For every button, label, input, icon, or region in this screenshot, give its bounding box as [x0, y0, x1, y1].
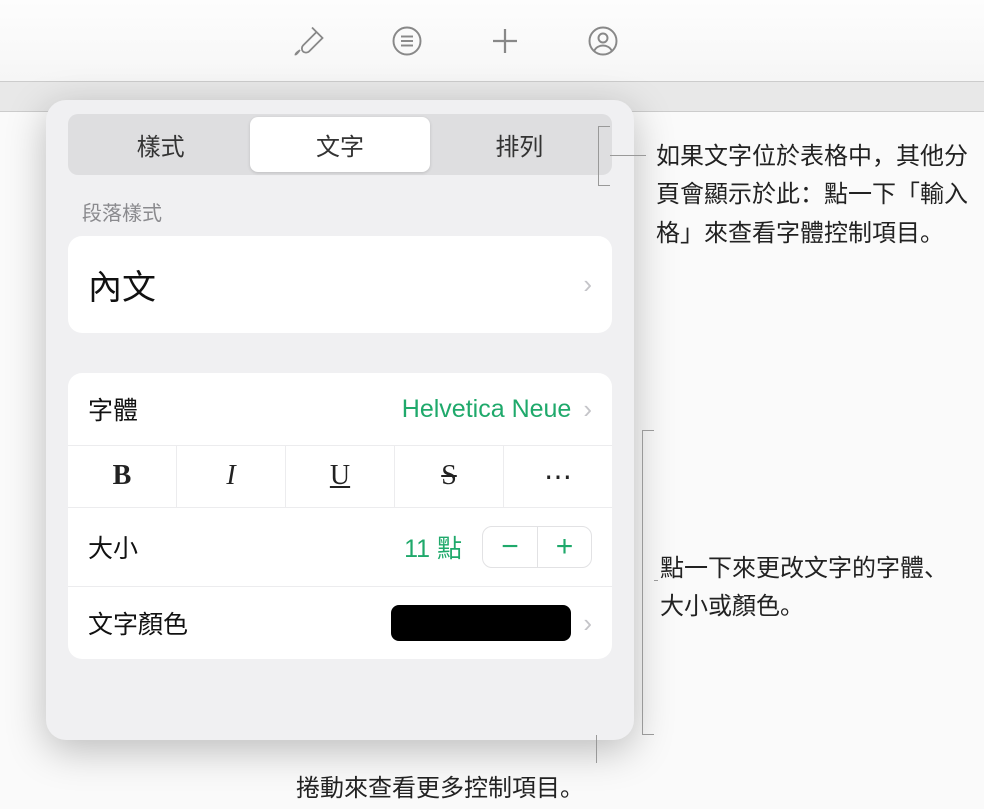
plus-icon[interactable]	[481, 17, 529, 65]
font-controls-group: 字體 Helvetica Neue › B I U S ⋯ 大小 11 點 − …	[68, 373, 612, 659]
callout-lead-line	[596, 735, 597, 763]
callout-lead-line	[610, 155, 646, 156]
list-icon[interactable]	[383, 17, 431, 65]
italic-button[interactable]: I	[176, 446, 285, 507]
size-increase-button[interactable]: +	[537, 527, 591, 567]
size-label: 大小	[88, 529, 138, 565]
size-stepper: − +	[482, 526, 592, 568]
font-row[interactable]: 字體 Helvetica Neue ›	[68, 373, 612, 445]
size-row: 大小 11 點 − +	[68, 507, 612, 586]
more-styles-button[interactable]: ⋯	[503, 446, 612, 507]
collaborate-icon[interactable]	[579, 17, 627, 65]
format-popover: 樣式 文字 排列 段落樣式 內文 › 字體 Helvetica Neue › B…	[46, 100, 634, 740]
chevron-right-icon: ›	[583, 394, 592, 425]
size-value: 11 點	[404, 529, 462, 565]
tab-style[interactable]: 樣式	[71, 117, 250, 172]
font-style-buttons: B I U S ⋯	[68, 445, 612, 507]
underline-button[interactable]: U	[285, 446, 394, 507]
paragraph-style-row[interactable]: 內文 ›	[68, 236, 612, 333]
callout-lead-line	[642, 430, 654, 735]
font-value: Helvetica Neue	[402, 395, 572, 424]
font-label: 字體	[88, 391, 138, 427]
format-tabs: 樣式 文字 排列	[68, 114, 612, 175]
callout-font-controls: 點一下來更改文字的字體、大小或顏色。	[660, 550, 970, 627]
callout-lead-line	[598, 126, 610, 186]
paragraph-style-label: 段落樣式	[82, 197, 612, 226]
text-color-row[interactable]: 文字顏色 ›	[68, 586, 612, 659]
callout-tabs: 如果文字位於表格中，其他分頁會顯示於此：點一下「輸入格」來查看字體控制項目。	[656, 138, 976, 253]
callout-scroll: 捲動來查看更多控制項目。	[230, 770, 650, 808]
text-color-swatch	[391, 605, 571, 641]
text-color-label: 文字顏色	[88, 605, 188, 641]
chevron-right-icon: ›	[583, 269, 592, 300]
strikethrough-button[interactable]: S	[394, 446, 503, 507]
paragraph-style-value: 內文	[88, 260, 156, 309]
app-toolbar	[0, 0, 984, 82]
chevron-right-icon: ›	[583, 608, 592, 639]
size-decrease-button[interactable]: −	[483, 527, 537, 567]
callout-lead-line	[654, 580, 658, 581]
paintbrush-icon[interactable]	[285, 17, 333, 65]
tab-text[interactable]: 文字	[250, 117, 429, 172]
bold-button[interactable]: B	[68, 446, 176, 507]
tab-arrange[interactable]: 排列	[430, 117, 609, 172]
